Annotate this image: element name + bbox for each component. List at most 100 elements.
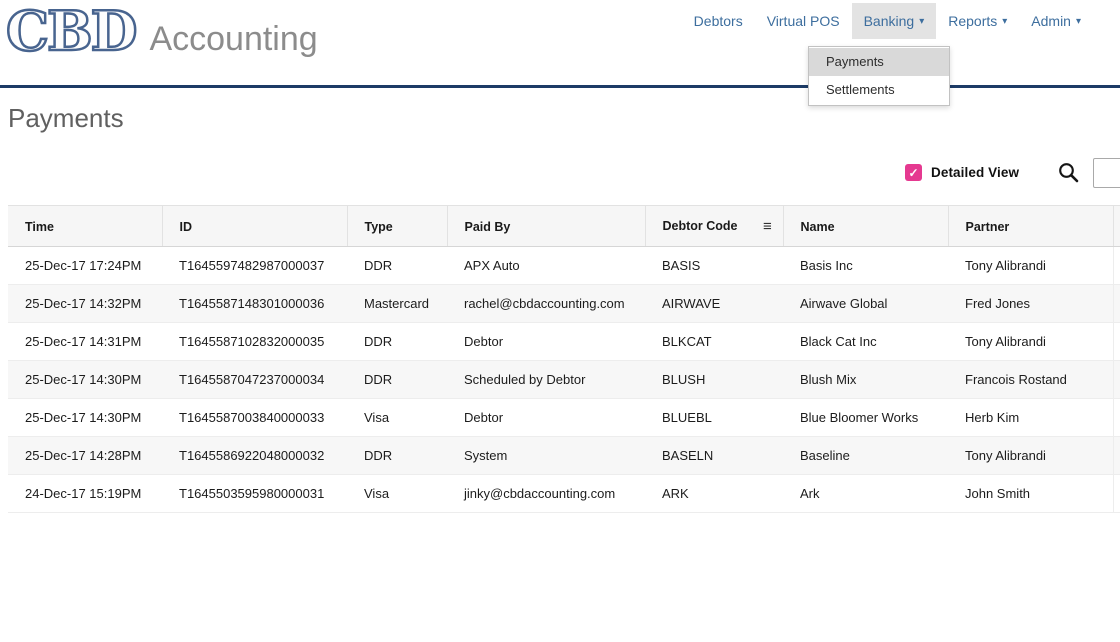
table-cell: Tony Alibrandi	[948, 437, 1113, 475]
table-cell: Scheduled by Debtor	[447, 361, 645, 399]
table-row: 25-Dec-17 14:28PMT1645586922048000032DDR…	[8, 437, 1120, 475]
table-cell-spacer	[1113, 323, 1120, 361]
nav-item-admin[interactable]: Admin ▾	[1019, 3, 1093, 39]
payments-table: Time ID Type Paid By Debtor Code ≡ Name …	[8, 205, 1120, 513]
table-cell: Tony Alibrandi	[948, 247, 1113, 285]
table-cell: BLUSH	[645, 361, 783, 399]
table-cell: 25-Dec-17 14:28PM	[8, 437, 162, 475]
table-cell: T1645587003840000033	[162, 399, 347, 437]
table-row: 25-Dec-17 14:30PMT1645587047237000034DDR…	[8, 361, 1120, 399]
table-cell: John Smith	[948, 475, 1113, 513]
payments-table-wrap: Time ID Type Paid By Debtor Code ≡ Name …	[8, 205, 1120, 513]
nav-item-label: Admin	[1031, 13, 1071, 29]
table-cell: Herb Kim	[948, 399, 1113, 437]
table-cell: T1645597482987000037	[162, 247, 347, 285]
table-cell: T1645586922048000032	[162, 437, 347, 475]
brand-logo-cbd: CBD	[6, 0, 135, 62]
menu-item-settlements[interactable]: Settlements	[809, 76, 949, 104]
table-cell: Debtor	[447, 399, 645, 437]
main-nav: Debtors Virtual POS Banking ▾ Reports ▾ …	[682, 3, 1093, 39]
table-cell: Francois Rostand	[948, 361, 1113, 399]
nav-item-label: Virtual POS	[767, 13, 840, 29]
table-cell: Blue Bloomer Works	[783, 399, 948, 437]
table-cell-spacer	[1113, 285, 1120, 323]
table-cell-spacer	[1113, 247, 1120, 285]
table-row: 25-Dec-17 14:31PMT1645587102832000035DDR…	[8, 323, 1120, 361]
checkbox-checked-icon[interactable]: ✓	[905, 164, 922, 181]
table-cell: Basis Inc	[783, 247, 948, 285]
table-header-row: Time ID Type Paid By Debtor Code ≡ Name …	[8, 206, 1120, 247]
table-cell: BLKCAT	[645, 323, 783, 361]
table-row: 24-Dec-17 15:19PMT1645503595980000031Vis…	[8, 475, 1120, 513]
table-cell: T1645503595980000031	[162, 475, 347, 513]
table-cell: Ark	[783, 475, 948, 513]
table-cell: T1645587148301000036	[162, 285, 347, 323]
table-cell: BLUEBL	[645, 399, 783, 437]
table-cell: Visa	[347, 475, 447, 513]
table-cell-spacer	[1113, 437, 1120, 475]
nav-item-label: Reports	[948, 13, 997, 29]
table-cell: 25-Dec-17 14:31PM	[8, 323, 162, 361]
col-id[interactable]: ID	[162, 206, 347, 247]
table-cell: rachel@cbdaccounting.com	[447, 285, 645, 323]
table-cell: DDR	[347, 247, 447, 285]
table-cell: 25-Dec-17 14:32PM	[8, 285, 162, 323]
caret-down-icon: ▾	[919, 17, 924, 27]
brand-logo-suffix: Accounting	[149, 20, 317, 59]
caret-down-icon: ▾	[1002, 17, 1007, 27]
table-cell: AIRWAVE	[645, 285, 783, 323]
table-cell: Blush Mix	[783, 361, 948, 399]
column-menu-icon[interactable]: ≡	[763, 218, 772, 235]
col-type[interactable]: Type	[347, 206, 447, 247]
search-icon[interactable]	[1058, 162, 1079, 183]
col-debtor-code-label: Debtor Code	[663, 219, 738, 233]
table-row: 25-Dec-17 17:24PMT1645597482987000037DDR…	[8, 247, 1120, 285]
table-cell: DDR	[347, 361, 447, 399]
nav-item-reports[interactable]: Reports ▾	[936, 3, 1019, 39]
check-icon: ✓	[908, 167, 918, 179]
table-cell: 25-Dec-17 14:30PM	[8, 399, 162, 437]
table-row: 25-Dec-17 14:32PMT1645587148301000036Mas…	[8, 285, 1120, 323]
table-cell: BASELN	[645, 437, 783, 475]
payments-table-body: 25-Dec-17 17:24PMT1645597482987000037DDR…	[8, 247, 1120, 513]
table-cell: jinky@cbdaccounting.com	[447, 475, 645, 513]
table-cell: Baseline	[783, 437, 948, 475]
page-root: CBD Accounting Debtors Virtual POS Banki…	[0, 0, 1120, 642]
table-cell: T1645587047237000034	[162, 361, 347, 399]
table-cell: Fred Jones	[948, 285, 1113, 323]
table-cell: Black Cat Inc	[783, 323, 948, 361]
page-title: Payments	[8, 103, 124, 134]
table-cell: 25-Dec-17 14:30PM	[8, 361, 162, 399]
table-cell-spacer	[1113, 361, 1120, 399]
table-cell: Tony Alibrandi	[948, 323, 1113, 361]
table-cell-spacer	[1113, 399, 1120, 437]
nav-item-debtors[interactable]: Debtors	[682, 3, 755, 39]
table-cell: Visa	[347, 399, 447, 437]
detailed-view-toggle[interactable]: ✓ Detailed View	[905, 164, 1019, 181]
detailed-view-label: Detailed View	[931, 165, 1019, 180]
table-cell-spacer	[1113, 475, 1120, 513]
table-cell: DDR	[347, 323, 447, 361]
table-cell: APX Auto	[447, 247, 645, 285]
table-row: 25-Dec-17 14:30PMT1645587003840000033Vis…	[8, 399, 1120, 437]
table-cell: DDR	[347, 437, 447, 475]
nav-item-label: Banking	[864, 13, 915, 29]
brand-logo: CBD Accounting	[6, 0, 318, 64]
table-cell: Debtor	[447, 323, 645, 361]
search-input[interactable]	[1093, 158, 1120, 188]
nav-item-label: Debtors	[694, 13, 743, 29]
col-paid-by[interactable]: Paid By	[447, 206, 645, 247]
col-debtor-code[interactable]: Debtor Code ≡	[645, 206, 783, 247]
table-cell: 24-Dec-17 15:19PM	[8, 475, 162, 513]
banking-dropdown-menu: Payments Settlements	[808, 46, 950, 106]
table-cell: System	[447, 437, 645, 475]
header-divider	[0, 85, 1120, 88]
col-time[interactable]: Time	[8, 206, 162, 247]
menu-item-payments[interactable]: Payments	[809, 48, 949, 76]
col-name[interactable]: Name	[783, 206, 948, 247]
col-partner[interactable]: Partner	[948, 206, 1113, 247]
table-cell: ARK	[645, 475, 783, 513]
nav-item-virtual-pos[interactable]: Virtual POS	[755, 3, 852, 39]
nav-item-banking[interactable]: Banking ▾	[852, 3, 937, 39]
table-cell: BASIS	[645, 247, 783, 285]
